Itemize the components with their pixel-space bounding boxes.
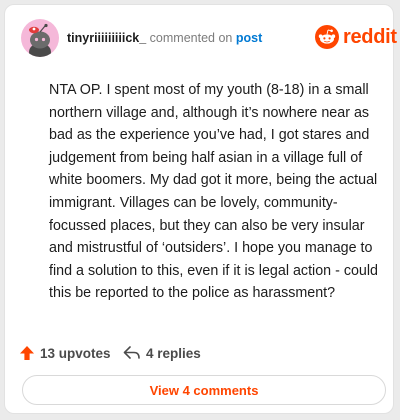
comment-card: tinyriiiiiiiiick_ commented on post redd… (4, 4, 397, 414)
upvote-count: 13 upvotes (40, 345, 111, 361)
username[interactable]: tinyriiiiiiiiick_ (67, 31, 146, 45)
snoo-avatar-icon (29, 23, 51, 57)
comment-body: NTA OP. I spent most of my youth (8-18) … (49, 82, 379, 302)
reply-arrow-icon (123, 346, 140, 359)
avatar[interactable] (21, 19, 59, 57)
reply-button[interactable]: 4 replies (123, 344, 201, 362)
comment-header: tinyriiiiiiiiick_ commented on post (67, 31, 262, 45)
reddit-wordmark: reddit (343, 25, 397, 48)
reply-count: 4 replies (146, 345, 201, 361)
commented-on-text: commented on (146, 31, 236, 45)
upvote-arrow-icon (20, 346, 34, 360)
upvote-button[interactable]: 13 upvotes (19, 344, 111, 362)
post-link[interactable]: post (236, 31, 262, 45)
reddit-snoo-icon (315, 25, 339, 49)
reddit-logo[interactable]: reddit (315, 24, 397, 50)
view-comments-button[interactable]: View 4 comments (22, 375, 386, 405)
